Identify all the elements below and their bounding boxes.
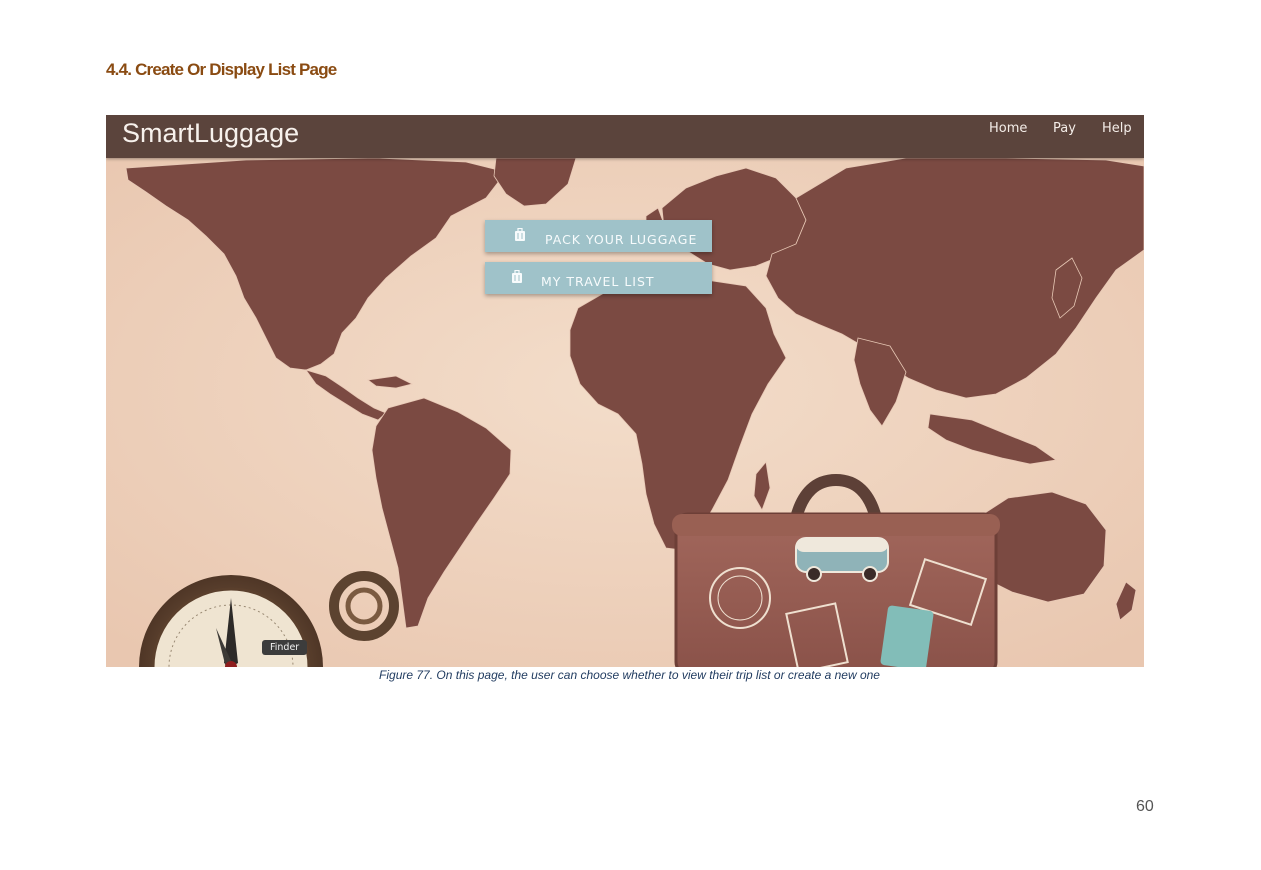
figure-caption-text: Figure 77. On this page, the user can ch… (379, 668, 880, 682)
finder-tooltip: Finder (262, 640, 308, 655)
nav-help-link[interactable]: Help (1102, 121, 1132, 136)
suitcase-icon (515, 228, 525, 241)
pack-luggage-button[interactable]: PACK YOUR LUGGAGE (485, 220, 712, 252)
brand-logo[interactable]: SmartLuggage (122, 116, 299, 150)
nav-pay-link[interactable]: Pay (1053, 121, 1076, 136)
top-navbar: SmartLuggage Home Pay Help (106, 115, 1144, 158)
nav-home-link[interactable]: Home (989, 121, 1027, 136)
suitcase-icon (512, 270, 522, 283)
pack-luggage-label: PACK YOUR LUGGAGE (545, 232, 698, 247)
page-number: 60 (1136, 798, 1154, 815)
my-travel-list-button[interactable]: MY TRAVEL LIST (485, 262, 712, 294)
my-travel-list-label: MY TRAVEL LIST (541, 274, 655, 289)
figure-caption: Figure 77. On this page, the user can ch… (0, 668, 1261, 682)
section-heading: 4.4. Create Or Display List Page (106, 60, 337, 79)
app-screenshot: SmartLuggage Home Pay Help PACK YOUR LUG… (106, 115, 1144, 667)
